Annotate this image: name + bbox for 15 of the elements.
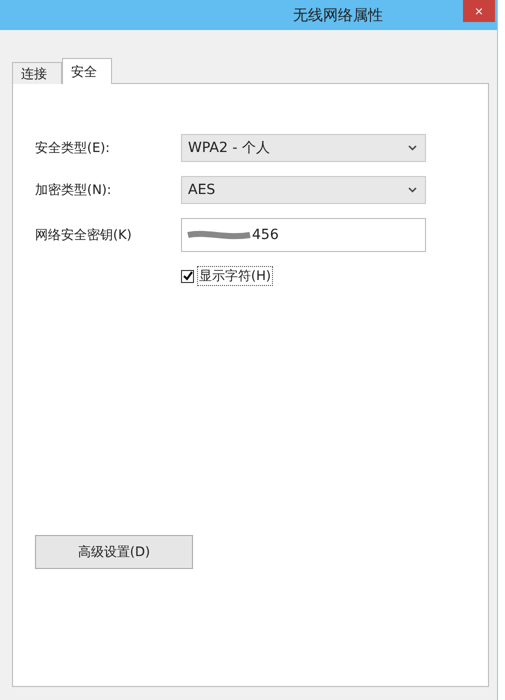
window-title: 无线网络属性 <box>292 6 384 24</box>
field-label: 安全类型(E): <box>35 140 111 157</box>
chevron-icon <box>408 145 417 151</box>
advanced-settings-button[interactable]: 高级设置(D) <box>35 535 193 569</box>
dropdown[interactable]: AES <box>181 176 426 204</box>
checkbox-label[interactable]: 显示字符(H) <box>197 266 273 286</box>
close-button[interactable]: × <box>463 0 495 22</box>
input-field[interactable]: 456 <box>181 218 426 252</box>
chevron-icon <box>408 187 417 193</box>
tab[interactable]: 连接 <box>12 62 62 84</box>
tab[interactable]: 安全 <box>62 58 112 84</box>
dropdown[interactable]: WPA2 - 个人 <box>181 134 426 162</box>
field-label: 网络安全密钥(K) <box>35 227 133 244</box>
field-label: 加密类型(N): <box>35 182 112 199</box>
checkbox[interactable] <box>181 270 194 282</box>
